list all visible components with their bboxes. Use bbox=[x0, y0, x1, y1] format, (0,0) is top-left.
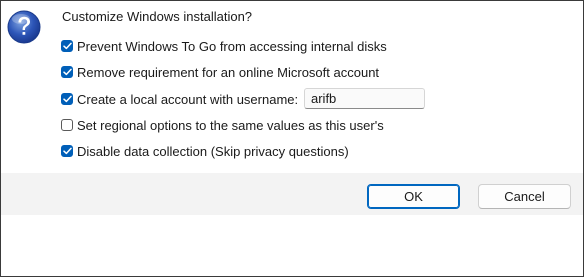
option-create-local-account[interactable]: Create a local account with username: bbox=[61, 91, 298, 107]
checkmark-icon bbox=[62, 147, 72, 155]
option-set-regional-options[interactable]: Set regional options to the same values … bbox=[61, 117, 384, 133]
checkmark-icon bbox=[62, 42, 72, 50]
option-prevent-wtg-disk-access[interactable]: Prevent Windows To Go from accessing int… bbox=[61, 38, 387, 54]
dialog-window: Customize Windows installation? Prevent … bbox=[0, 0, 584, 277]
dialog-footer: OK Cancel bbox=[1, 173, 583, 215]
dialog-title: Customize Windows installation? bbox=[62, 9, 253, 24]
option-label: Create a local account with username: bbox=[77, 91, 299, 107]
checkbox-checked[interactable] bbox=[61, 145, 73, 157]
checkmark-icon bbox=[62, 68, 72, 76]
checkbox-unchecked[interactable] bbox=[61, 119, 73, 131]
option-label: Prevent Windows To Go from accessing int… bbox=[77, 38, 387, 54]
cancel-button[interactable]: Cancel bbox=[478, 184, 571, 209]
dialog-body: Customize Windows installation? Prevent … bbox=[1, 1, 583, 173]
option-label: Remove requirement for an online Microso… bbox=[77, 64, 380, 80]
option-remove-online-account[interactable]: Remove requirement for an online Microso… bbox=[61, 64, 379, 80]
question-icon bbox=[7, 10, 41, 44]
checkbox-checked[interactable] bbox=[61, 66, 73, 78]
option-disable-data-collection[interactable]: Disable data collection (Skip privacy qu… bbox=[61, 143, 349, 159]
checkmark-icon bbox=[62, 95, 72, 103]
checkbox-checked[interactable] bbox=[61, 40, 73, 52]
username-input[interactable] bbox=[304, 88, 425, 109]
checkbox-checked[interactable] bbox=[61, 93, 73, 105]
ok-button[interactable]: OK bbox=[367, 184, 460, 209]
option-label: Set regional options to the same values … bbox=[77, 117, 384, 133]
option-label: Disable data collection (Skip privacy qu… bbox=[77, 143, 349, 159]
